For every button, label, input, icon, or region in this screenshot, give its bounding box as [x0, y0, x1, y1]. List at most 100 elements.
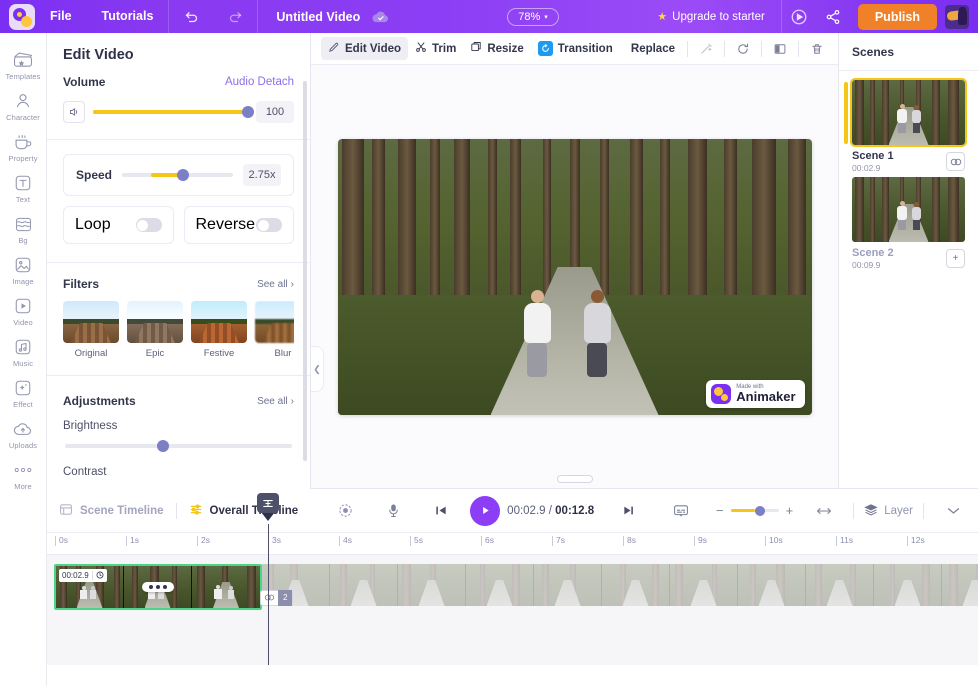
publish-button[interactable]: Publish — [857, 3, 937, 30]
timeline-clip-selected[interactable]: 00:02.9 — [54, 564, 262, 610]
duplicate-icon[interactable] — [946, 152, 965, 171]
zoom-out-button[interactable]: − — [716, 503, 724, 518]
chevron-down-icon[interactable] — [934, 496, 972, 526]
tab-overall-timeline[interactable]: Overall Timeline — [177, 503, 311, 519]
speed-slider-track[interactable] — [122, 169, 233, 181]
adjustments-header: Adjustments See all › — [63, 394, 294, 408]
scene-thumbnail[interactable] — [850, 78, 967, 147]
timeline-ruler[interactable]: 0s 1s 2s 3s 4s 5s 6s 7s 8s 9s 10s 11s 12… — [47, 533, 978, 555]
video-preview[interactable]: Made with Animaker — [337, 139, 812, 415]
ruler-tick: 3s — [268, 536, 281, 546]
layers-icon — [864, 503, 878, 519]
reverse-switch[interactable] — [256, 218, 282, 232]
project-title[interactable]: Untitled Video — [258, 10, 372, 24]
sidebar-item-property[interactable]: Property — [0, 127, 47, 168]
panel-title: Edit Video — [63, 47, 134, 63]
panel-collapse-button[interactable]: ❮ — [311, 346, 324, 392]
brightness-slider-track[interactable] — [65, 440, 292, 452]
filter-item[interactable]: Blur — [255, 301, 294, 359]
timeline-resize-handle[interactable] — [556, 475, 593, 483]
layer-button[interactable]: Layer — [864, 503, 913, 519]
replace-button[interactable]: Replace — [624, 39, 682, 59]
menu-file[interactable]: File — [35, 0, 87, 33]
playhead-handle[interactable] — [257, 493, 279, 513]
scene-item[interactable]: Scene 1 00:02.9 — [844, 78, 969, 173]
microphone-icon[interactable] — [374, 496, 412, 526]
volume-slider-row[interactable]: 100 — [63, 101, 294, 123]
play-button[interactable] — [470, 495, 501, 526]
clock-icon[interactable] — [96, 571, 104, 581]
loop-toggle[interactable]: Loop — [63, 206, 174, 244]
sidebar-item-image[interactable]: Image — [0, 250, 47, 291]
fit-to-screen-icon[interactable] — [326, 496, 364, 526]
undo-icon[interactable] — [169, 0, 213, 33]
templates-icon — [13, 50, 33, 70]
tool-edit-video[interactable]: Edit Video — [321, 37, 409, 60]
filters-see-all-button[interactable]: See all › — [257, 279, 294, 290]
speaker-icon[interactable] — [63, 101, 85, 123]
scene-thumbnail[interactable] — [852, 177, 965, 242]
redo-icon[interactable] — [213, 0, 257, 33]
animaker-logo-icon[interactable] — [9, 3, 35, 30]
volume-slider-track[interactable] — [93, 106, 254, 118]
zoom-control[interactable]: − + — [716, 503, 793, 518]
timeline-lane[interactable]: 00:02.9 2 — [47, 493, 978, 665]
skip-forward-icon[interactable] — [610, 496, 648, 526]
reverse-toggle[interactable]: Reverse — [183, 206, 294, 244]
filter-label: Original — [74, 348, 108, 359]
loop-switch[interactable] — [135, 218, 162, 232]
sidebar-item-more[interactable]: More — [0, 455, 47, 496]
sidebar-item-bg[interactable]: Bg — [0, 209, 47, 250]
scene-name: Scene 1 — [852, 150, 894, 162]
tool-trim[interactable]: Trim — [408, 37, 463, 60]
zoom-in-button[interactable]: + — [786, 503, 794, 518]
user-avatar[interactable] — [945, 4, 969, 29]
volume-value[interactable]: 100 — [256, 101, 294, 123]
add-icon[interactable]: + — [946, 249, 965, 268]
clip-frame — [942, 564, 978, 606]
timeline-clip-inactive[interactable] — [262, 564, 978, 610]
magic-wand-icon[interactable] — [693, 37, 719, 61]
delete-icon[interactable] — [804, 37, 830, 61]
panel-scrollbar[interactable] — [303, 81, 307, 461]
skip-back-icon[interactable] — [422, 496, 460, 526]
speed-control[interactable]: Speed 2.75x — [63, 154, 294, 196]
filter-item[interactable]: Epic — [127, 301, 183, 359]
zoom-level-selector[interactable]: 78% ▾ — [507, 7, 559, 26]
share-icon[interactable] — [816, 9, 850, 25]
filter-item[interactable]: Festive — [191, 301, 247, 359]
character-icon — [14, 91, 32, 111]
timeline-playhead[interactable] — [257, 493, 279, 665]
speed-value[interactable]: 2.75x — [243, 164, 281, 186]
upgrade-button[interactable]: ★ Upgrade to starter — [657, 10, 781, 24]
zoom-slider-track[interactable] — [730, 505, 779, 516]
flip-icon[interactable] — [767, 37, 793, 61]
rotate-icon[interactable] — [730, 37, 756, 61]
menu-tutorials[interactable]: Tutorials — [87, 0, 169, 33]
tab-scene-timeline[interactable]: Scene Timeline — [47, 503, 176, 519]
sidebar-item-music[interactable]: Music — [0, 332, 47, 373]
brightness-slider-row[interactable] — [65, 440, 292, 452]
audio-detach-button[interactable]: Audio Detach — [225, 76, 294, 88]
link-icon — [261, 594, 278, 603]
sidebar-item-templates[interactable]: Templates — [0, 45, 47, 86]
see-all-label: See all — [257, 395, 288, 407]
sidebar-item-uploads[interactable]: Uploads — [0, 414, 47, 455]
tool-transition[interactable]: Transition — [531, 37, 620, 60]
more-options-icon[interactable] — [142, 582, 174, 592]
scene-name: Scene 2 — [852, 247, 894, 259]
sidebar-item-character[interactable]: Character — [0, 86, 47, 127]
sidebar-item-effect[interactable]: Effect — [0, 373, 47, 414]
sidebar-item-text[interactable]: Text — [0, 168, 47, 209]
clip-link-badge[interactable]: 2 — [260, 590, 294, 606]
clip-frame — [602, 564, 670, 606]
fit-width-icon[interactable] — [805, 496, 843, 526]
filter-item[interactable]: Original — [63, 301, 119, 359]
preview-play-icon[interactable] — [782, 8, 816, 26]
sidebar-item-video[interactable]: Video — [0, 291, 47, 332]
tool-resize[interactable]: Resize — [463, 37, 530, 60]
adjustments-see-all-button[interactable]: See all › — [257, 396, 294, 407]
subtitle-icon[interactable] — [662, 496, 700, 526]
scene-item[interactable]: Scene 2 00:09.9 + — [852, 177, 969, 270]
more-icon — [12, 460, 34, 480]
